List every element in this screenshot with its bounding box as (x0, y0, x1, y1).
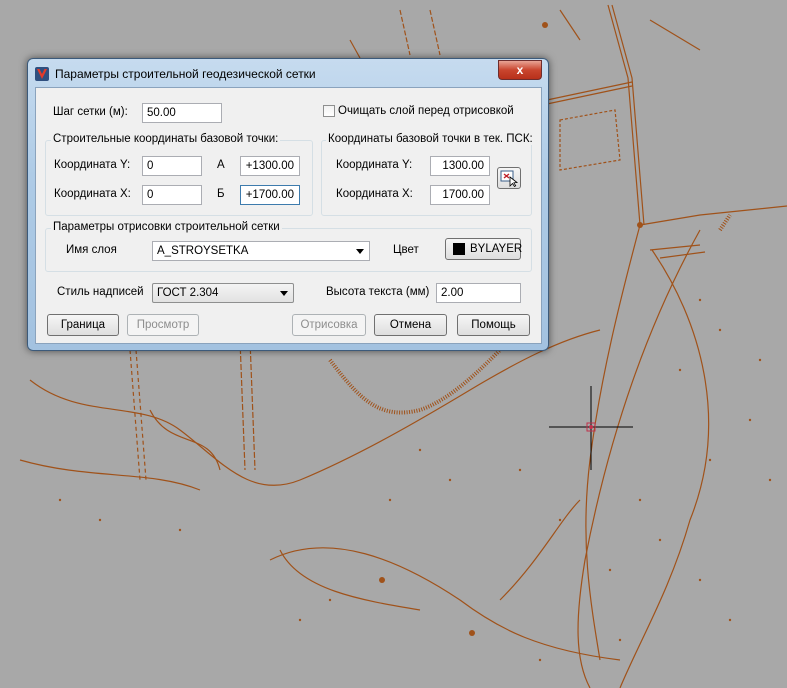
contour-line (19, 459, 201, 491)
help-button[interactable]: Помощь (457, 314, 530, 336)
ucs-x-label: Координата X: (336, 188, 413, 200)
ucs-y-input[interactable]: 1300.00 (430, 156, 490, 176)
construction-x-input[interactable]: 0 (142, 185, 202, 205)
clear-layer-checkbox[interactable] (323, 105, 335, 117)
layer-label: Имя слоя (66, 244, 117, 256)
app-logo-icon (35, 67, 49, 81)
chevron-down-icon (280, 291, 288, 296)
chevron-down-icon (356, 249, 364, 254)
cancel-button[interactable]: Отмена (374, 314, 447, 336)
color-button[interactable]: BYLAYER (445, 238, 523, 260)
pipe-line (718, 213, 732, 232)
ucs-coords-title: Координаты базовой точки в тек. ПСК: (326, 133, 535, 145)
pipe-line (399, 9, 441, 56)
contour-line (269, 547, 621, 661)
text-height-input[interactable]: 2.00 (436, 283, 521, 303)
pipe-line (239, 339, 256, 471)
construction-x-label: Координата X: (54, 188, 131, 200)
road-line (546, 81, 633, 105)
contour-line (279, 549, 421, 611)
b-label: Б (217, 188, 225, 200)
window-title: Параметры строительной геодезической сет… (55, 67, 316, 81)
contour-line (29, 329, 601, 486)
ucs-x-input[interactable]: 1700.00 (430, 185, 490, 205)
text-style-select[interactable]: ГОСТ 2.304 (152, 283, 294, 303)
title-bar[interactable]: Параметры строительной геодезической сет… (28, 59, 548, 87)
draw-params-title: Параметры отрисовки строительной сетки (51, 221, 282, 233)
grid-step-input[interactable]: 50.00 (142, 103, 222, 123)
layer-select-value: A_STROYSETKA (157, 245, 249, 257)
pipe-line (349, 9, 701, 59)
color-swatch (453, 243, 465, 255)
contour-line (649, 244, 706, 259)
preview-button[interactable]: Просмотр (127, 314, 199, 336)
text-style-label: Стиль надписей (57, 286, 144, 298)
color-value: BYLAYER (470, 243, 523, 255)
contour-line (499, 499, 581, 601)
crosshair-cursor (549, 386, 633, 470)
construction-y-label: Координата Y: (54, 159, 131, 171)
b-input[interactable]: +1700.00 (240, 185, 300, 205)
pick-point-icon (500, 170, 519, 188)
ucs-y-label: Координата Y: (336, 159, 413, 171)
dialog-body: Шаг сетки (м): 50.00 Очищать слой перед … (35, 87, 542, 344)
grid-settings-dialog: Параметры строительной геодезической сет… (27, 58, 549, 351)
grid-step-label: Шаг сетки (м): (53, 106, 128, 118)
clear-layer-label: Очищать слой перед отрисовкой (338, 105, 514, 117)
road-line (559, 109, 621, 171)
a-input[interactable]: +1300.00 (240, 156, 300, 176)
pipe-line (328, 348, 502, 415)
text-style-value: ГОСТ 2.304 (157, 287, 219, 299)
a-label: А (217, 159, 225, 171)
contour-line (577, 229, 701, 688)
layer-select[interactable]: A_STROYSETKA (152, 241, 370, 261)
border-button[interactable]: Граница (47, 314, 119, 336)
construction-y-input[interactable]: 0 (142, 156, 202, 176)
text-height-label: Высота текста (мм) (326, 286, 430, 298)
color-label: Цвет (393, 244, 419, 256)
contour-line (619, 249, 710, 688)
pick-point-button[interactable] (497, 167, 521, 189)
construction-coords-title: Строительные координаты базовой точки: (51, 133, 281, 145)
close-button[interactable]: x (498, 60, 542, 80)
draw-button[interactable]: Отрисовка (292, 314, 366, 336)
